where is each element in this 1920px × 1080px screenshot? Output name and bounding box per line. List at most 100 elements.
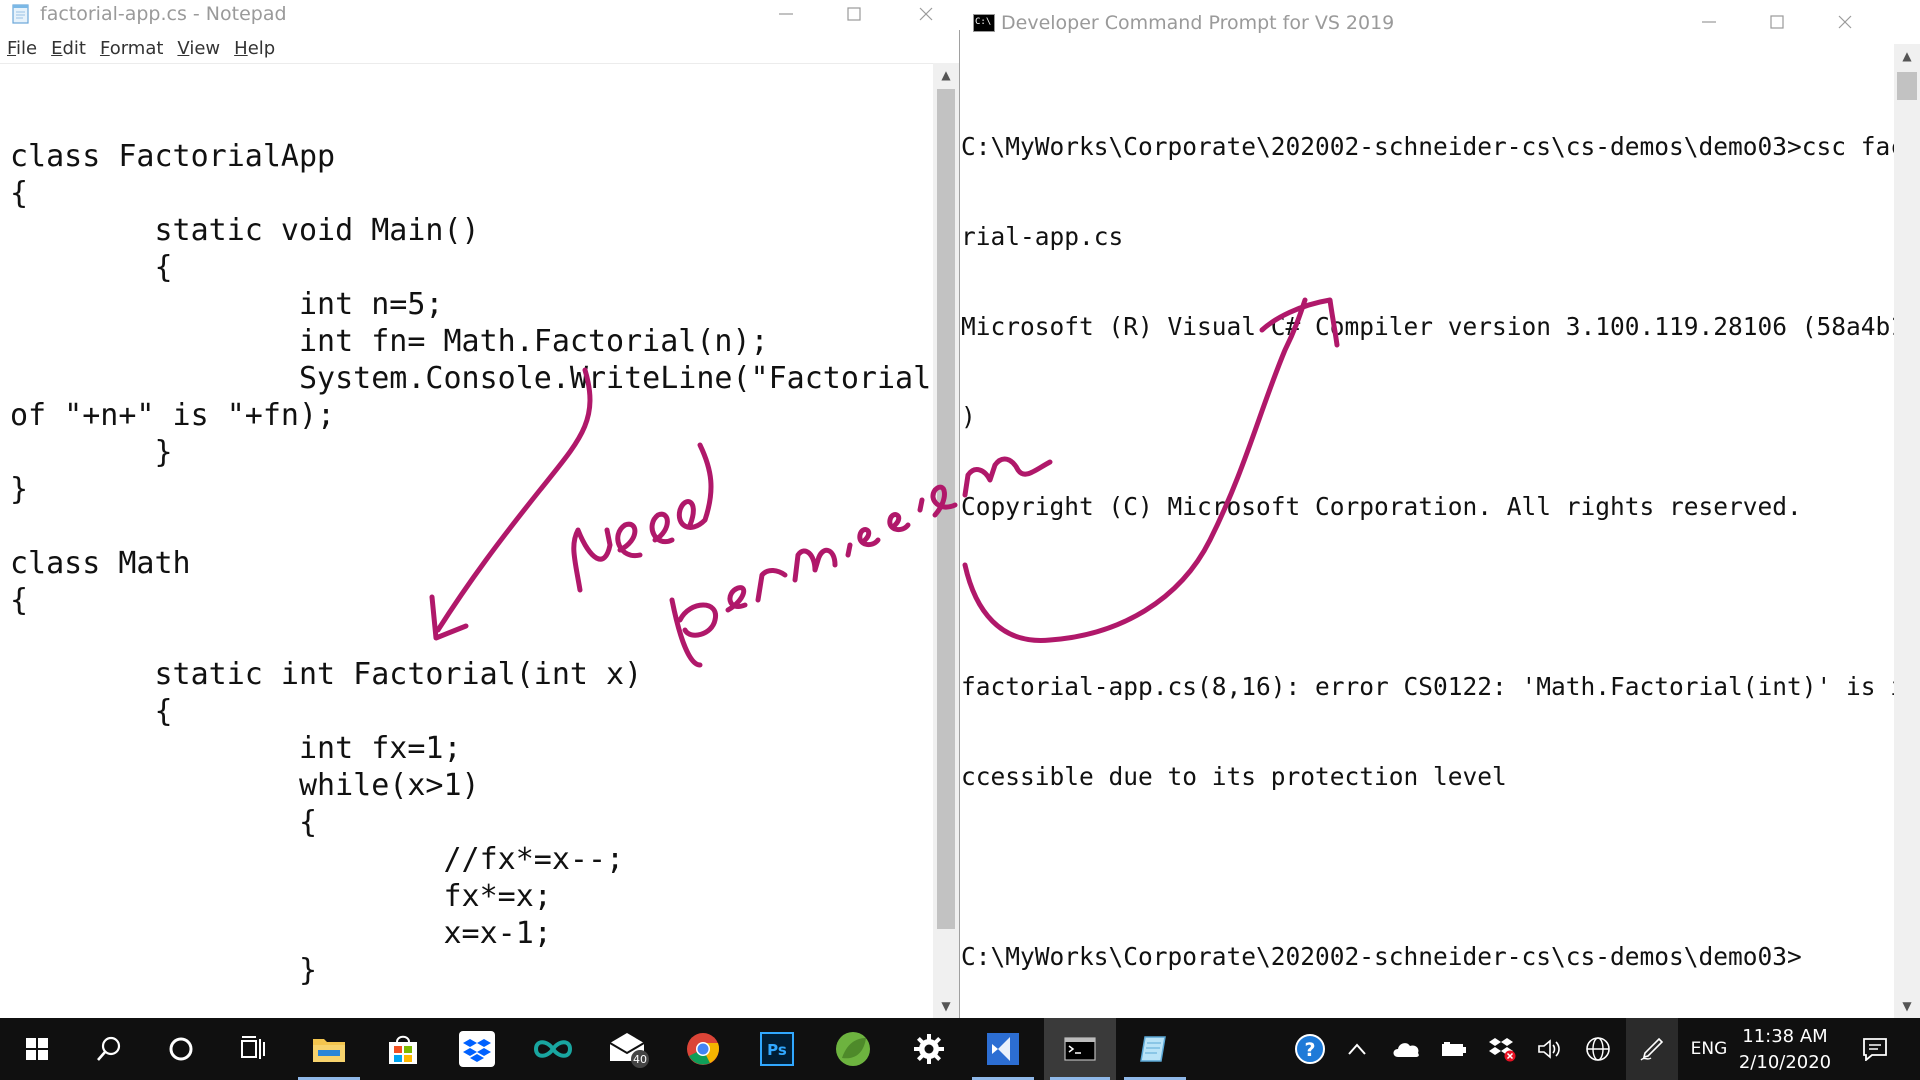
- store-icon: [389, 1035, 417, 1064]
- code-line: x=x-1;: [10, 916, 552, 951]
- code-line: {: [10, 694, 173, 729]
- windows-taskbar: 40 Ps ? ENG 11:38 AM 2/10/2020: [0, 1018, 1920, 1080]
- taskbar-photoshop[interactable]: Ps: [740, 1018, 814, 1080]
- console-vertical-scrollbar[interactable]: ▲ ▼: [1894, 44, 1920, 1018]
- menu-edit[interactable]: Edit: [44, 36, 93, 62]
- tray-help[interactable]: ?: [1290, 1018, 1330, 1080]
- close-button[interactable]: [892, 0, 960, 28]
- minimize-icon: [779, 13, 793, 15]
- notepad-text-area[interactable]: class FactorialApp { static void Main() …: [0, 63, 934, 1018]
- search-icon: [97, 1036, 121, 1061]
- console-titlebar[interactable]: C:\ Developer Command Prompt for VS 2019: [961, 0, 1920, 44]
- console-line: Copyright (C) Microsoft Corporation. All…: [961, 492, 1802, 521]
- console-output[interactable]: C:\MyWorks\Corporate\202002-schneider-cs…: [961, 72, 1920, 1032]
- scroll-up-arrow-icon[interactable]: ▲: [933, 63, 959, 87]
- taskbar-clock[interactable]: 11:38 AM 2/10/2020: [1730, 1024, 1840, 1076]
- cortana-button[interactable]: [144, 1018, 218, 1080]
- action-center-button[interactable]: [1850, 1018, 1900, 1080]
- clock-time: 11:38 AM: [1742, 1026, 1828, 1047]
- console-error-line: factorial-app.cs(8,16): error CS0122: 'M…: [961, 672, 1920, 701]
- menu-file[interactable]: File: [0, 36, 44, 62]
- maximize-button[interactable]: [820, 0, 888, 28]
- svg-text:?: ?: [1304, 1039, 1315, 1061]
- command-prompt-icon: [1064, 1037, 1096, 1061]
- console-scrollbar-thumb[interactable]: [1897, 72, 1917, 100]
- code-line: {: [10, 176, 29, 211]
- taskbar-mail[interactable]: 40: [592, 1018, 666, 1080]
- scroll-down-arrow-icon[interactable]: ▼: [933, 994, 959, 1018]
- help-icon: ?: [1295, 1034, 1325, 1064]
- close-icon: [1838, 15, 1852, 29]
- command-prompt-app-icon: C:\: [973, 14, 995, 32]
- console-minimize-button[interactable]: [1675, 8, 1743, 36]
- code-line: }: [10, 435, 173, 470]
- chrome-icon: [687, 1033, 720, 1065]
- scroll-down-arrow-icon[interactable]: ▼: [1894, 994, 1920, 1018]
- code-line: fx*=x;: [10, 879, 552, 914]
- maximize-icon: [1770, 15, 1784, 29]
- tray-onedrive[interactable]: [1388, 1018, 1424, 1080]
- scrollbar-thumb[interactable]: [937, 89, 955, 929]
- tray-show-hidden-icons[interactable]: [1342, 1018, 1372, 1080]
- notepad-menubar: File Edit Format View Help: [0, 36, 282, 62]
- code-line: class FactorialApp: [10, 139, 336, 174]
- notepad-vertical-scrollbar[interactable]: ▲ ▼: [933, 63, 959, 1018]
- code-line: }: [10, 953, 318, 988]
- code-line: }: [10, 472, 29, 507]
- photoshop-icon: Ps: [760, 1032, 794, 1066]
- taskbar-chrome[interactable]: [666, 1018, 740, 1080]
- mail-icon: 40: [609, 1033, 649, 1068]
- notepad-icon: [1140, 1036, 1166, 1062]
- console-line: C:\MyWorks\Corporate\202002-schneider-cs…: [961, 132, 1920, 161]
- dropbox-sync-error-icon: [1489, 1038, 1516, 1062]
- speaker-icon: [1538, 1039, 1560, 1059]
- folder-icon: [313, 1039, 345, 1062]
- menu-format[interactable]: Format: [93, 36, 170, 62]
- start-button[interactable]: [0, 1018, 74, 1080]
- scroll-up-arrow-icon[interactable]: ▲: [1894, 44, 1920, 68]
- taskbar-visual-studio[interactable]: [966, 1018, 1040, 1080]
- windows-start-icon: [26, 1038, 48, 1060]
- console-title: Developer Command Prompt for VS 2019: [1001, 12, 1395, 34]
- code-line: int fx=1;: [10, 731, 462, 766]
- svg-text:Ps: Ps: [767, 1041, 787, 1059]
- menu-help[interactable]: Help: [227, 36, 282, 62]
- tray-network[interactable]: [1578, 1018, 1618, 1080]
- taskbar-spring-tools[interactable]: [816, 1018, 890, 1080]
- task-view-button[interactable]: [216, 1018, 290, 1080]
- settings-icon: [914, 1034, 944, 1064]
- tray-input-language[interactable]: ENG: [1684, 1018, 1734, 1080]
- taskbar-notepad[interactable]: [1118, 1018, 1192, 1080]
- maximize-icon: [847, 7, 861, 21]
- taskbar-arduino[interactable]: [516, 1018, 590, 1080]
- tray-pen-workspace[interactable]: [1626, 1018, 1678, 1080]
- code-line: {: [10, 805, 318, 840]
- dropbox-icon: [459, 1031, 495, 1067]
- tray-dropbox[interactable]: [1484, 1018, 1520, 1080]
- menu-view[interactable]: View: [170, 36, 227, 62]
- console-line: rial-app.cs: [961, 222, 1124, 251]
- taskbar-command-prompt[interactable]: [1044, 1018, 1116, 1080]
- command-prompt-window: C:\ Developer Command Prompt for VS 2019…: [961, 0, 1920, 1018]
- code-line: {: [10, 250, 173, 285]
- chevron-up-icon: [1348, 1043, 1366, 1055]
- taskbar-settings[interactable]: [892, 1018, 966, 1080]
- search-button[interactable]: [72, 1018, 146, 1080]
- console-line: Microsoft (R) Visual C# Compiler version…: [961, 312, 1920, 341]
- taskbar-store[interactable]: [366, 1018, 440, 1080]
- cloud-icon: [1393, 1043, 1419, 1057]
- code-line: while(x>1): [10, 768, 480, 803]
- console-close-button[interactable]: [1811, 8, 1879, 36]
- taskbar-file-explorer[interactable]: [292, 1018, 366, 1080]
- pen-icon: [1640, 1037, 1664, 1061]
- minimize-button[interactable]: [752, 0, 820, 28]
- notepad-titlebar[interactable]: factorial-app.cs - Notepad: [0, 0, 960, 30]
- arduino-icon: [533, 1040, 573, 1058]
- console-maximize-button[interactable]: [1743, 8, 1811, 36]
- spring-tools-icon: [836, 1032, 870, 1066]
- tray-volume[interactable]: [1532, 1018, 1568, 1080]
- tray-battery[interactable]: [1436, 1018, 1472, 1080]
- taskbar-dropbox[interactable]: [440, 1018, 514, 1080]
